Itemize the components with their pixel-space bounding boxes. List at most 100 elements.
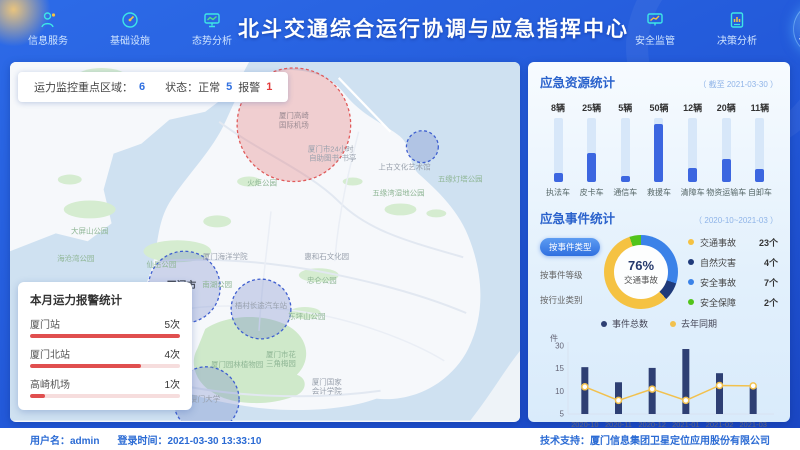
right-panel: 应急资源统计 （ 截至 2021-03-30 ） 8辆执法车 25辆皮卡车 5辆通信… — [528, 62, 790, 422]
nav-item-infrastructure[interactable]: 基础设施 — [104, 10, 156, 47]
resource-bar-track — [688, 118, 697, 182]
resource-bar-track — [722, 118, 731, 182]
alarm-count-value: 1次 — [164, 376, 180, 391]
events-body: 按事件类型 按事件等级 按行业类别 76% 交通事故 交通事故23个自然灾害4个… — [540, 235, 778, 309]
alarm-count-value: 4次 — [164, 346, 180, 361]
nav-item-info-service[interactable]: 信息服务 — [22, 10, 74, 47]
resources-title: 应急资源统计 — [540, 72, 615, 91]
legend-name: 安全保障 — [700, 296, 764, 309]
map-label: 厦门市花 — [266, 349, 296, 359]
map-label: 梧村长途汽车站 — [235, 300, 288, 310]
resource-bar-track — [621, 118, 630, 182]
resource-value: 12辆 — [683, 101, 702, 114]
event-donut-chart: 76% 交通事故 — [604, 235, 678, 309]
alarm-station: 高崎机场 — [30, 376, 70, 391]
monthly-alarm-panel: 本月运力报警统计 厦门站5次厦门北站 4次高崎机场 1次 — [18, 282, 192, 410]
nav-item-situation-analysis[interactable]: 态势分析 — [186, 10, 238, 47]
trend-legend-label: 事件总数 — [612, 317, 648, 330]
resource-value: 5辆 — [618, 101, 632, 114]
trend-section: 事件总数去年同期 件51015302020-102020-112020-1220… — [540, 317, 778, 441]
alarm-row: 高崎机场 1次 — [30, 376, 180, 398]
map-label: 会计学院 — [312, 386, 342, 396]
map-label: 仙岳公园 — [146, 259, 176, 269]
resources-section-header: 应急资源统计 （ 截至 2021-03-30 ） — [540, 72, 778, 91]
map-label: 五缘湾湿地公园 — [372, 187, 424, 197]
region-label: 运力监控重点区域： — [34, 79, 133, 95]
resource-value: 50辆 — [649, 101, 668, 114]
resource-bar-track — [654, 118, 663, 182]
svg-text:30: 30 — [555, 342, 564, 351]
alarm-count: 1 — [266, 81, 272, 93]
dashboard: 信息服务 基础设施 态势分析 北斗交通综合运行协调与应急指挥中心 — [0, 0, 800, 450]
resource-bar-fill — [722, 159, 731, 182]
resource-bar-fill — [688, 168, 697, 182]
legend-count: 2个 — [764, 296, 778, 309]
map-label: 自助图书·书亭 — [309, 153, 357, 163]
nav-item-dispatch-command[interactable]: 调度指挥 — [793, 10, 800, 47]
footer-support: 技术支持：厦门信息集团卫星定位应用股份有限公司 — [540, 432, 770, 447]
alarm-bar-track — [30, 394, 180, 398]
resource-bar-fill — [755, 169, 764, 182]
info-service-icon — [38, 10, 58, 30]
resource-column: 8辆执法车 — [542, 101, 574, 198]
alarm-bar-track — [30, 364, 180, 368]
resource-name: 通信车 — [613, 187, 637, 198]
map-label: 海沧湾公园 — [57, 253, 94, 263]
alarm-station: 厦门站 — [30, 316, 60, 331]
safety-supervision-icon — [645, 10, 665, 30]
map-label: 忠仑公园 — [307, 275, 337, 285]
nav-label: 信息服务 — [28, 32, 68, 47]
resource-value: 11辆 — [751, 101, 770, 114]
donut-center: 76% 交通事故 — [614, 245, 668, 299]
resource-bar-track — [554, 118, 563, 182]
resource-bar-fill — [621, 176, 630, 182]
legend-count: 4个 — [764, 256, 778, 269]
trend-legend-item: 事件总数 — [601, 317, 648, 330]
main-area: 厦门高崎国际机场厦门市24小时自助图书·书亭上古文化艺术馆五缘灯塔公园五缘湾湿地… — [10, 62, 790, 422]
nav-right: 安全监管 决策分析 调度指挥 — [629, 10, 800, 47]
resource-column: 12辆清障车 — [677, 101, 709, 198]
alarm-bar-fill — [30, 364, 141, 368]
resource-name: 皮卡车 — [580, 187, 604, 198]
resource-name: 执法车 — [546, 187, 570, 198]
map-label: 东坪山公园 — [288, 311, 325, 321]
legend-dot — [688, 279, 694, 285]
svg-text:5: 5 — [560, 410, 565, 419]
resource-name: 物资运输车 — [706, 187, 746, 198]
map-label: 火炬公园 — [247, 178, 277, 188]
trend-legend: 事件总数 去年同期 — [540, 317, 778, 330]
tab-by-industry[interactable]: 按行业类别 — [540, 294, 600, 306]
monitor-status-bar: 运力监控重点区域： 6 状态：正常 5 报警 1 — [18, 72, 288, 102]
resource-bar-fill — [554, 173, 563, 182]
top-nav-bar: 信息服务 基础设施 态势分析 北斗交通综合运行协调与应急指挥中心 — [0, 0, 800, 56]
legend-dot — [688, 299, 694, 305]
alarm-panel-title: 本月运力报警统计 — [30, 292, 180, 308]
nav-label: 态势分析 — [192, 32, 232, 47]
events-section-header: 应急事件统计 （ 2020-10~2021-03 ） — [540, 208, 778, 227]
footer-left: 用户名：admin 登录时间：2021-03-30 13:33:10 — [30, 432, 261, 447]
tab-by-event-level[interactable]: 按事件等级 — [540, 269, 600, 281]
map-label: 厦门国家 — [312, 377, 342, 387]
alarm-station: 厦门北站 — [30, 346, 70, 361]
resource-bar-fill — [587, 153, 596, 182]
map-label: 三角梅园 — [266, 358, 296, 368]
map-label: 厦门大学 — [190, 394, 220, 404]
map-label: 国际机场 — [279, 120, 309, 130]
nav-item-safety-supervision[interactable]: 安全监管 — [629, 10, 681, 47]
tab-by-event-type[interactable]: 按事件类型 — [540, 238, 600, 256]
nav-label: 决策分析 — [717, 32, 757, 47]
map-panel[interactable]: 厦门高崎国际机场厦门市24小时自助图书·书亭上古文化艺术馆五缘灯塔公园五缘湾湿地… — [10, 62, 520, 422]
map-label: 上古文化艺术馆 — [378, 162, 430, 172]
resource-value: 25辆 — [582, 101, 601, 114]
active-nav-highlight — [793, 2, 800, 56]
resource-bar-track — [755, 118, 764, 182]
nav-item-decision-analysis[interactable]: 决策分析 — [711, 10, 763, 47]
footer-username: 用户名：admin — [30, 432, 99, 447]
monitor-zone-circle[interactable] — [406, 131, 438, 163]
events-title: 应急事件统计 — [540, 208, 615, 227]
alarm-row: 厦门站5次 — [30, 316, 180, 338]
events-section: 应急事件统计 （ 2020-10~2021-03 ） 按事件类型 按事件等级 按… — [540, 208, 778, 309]
trend-legend-label: 去年同期 — [681, 317, 717, 330]
map-label: 南湖公园 — [202, 279, 232, 289]
resource-name: 清障车 — [681, 187, 705, 198]
